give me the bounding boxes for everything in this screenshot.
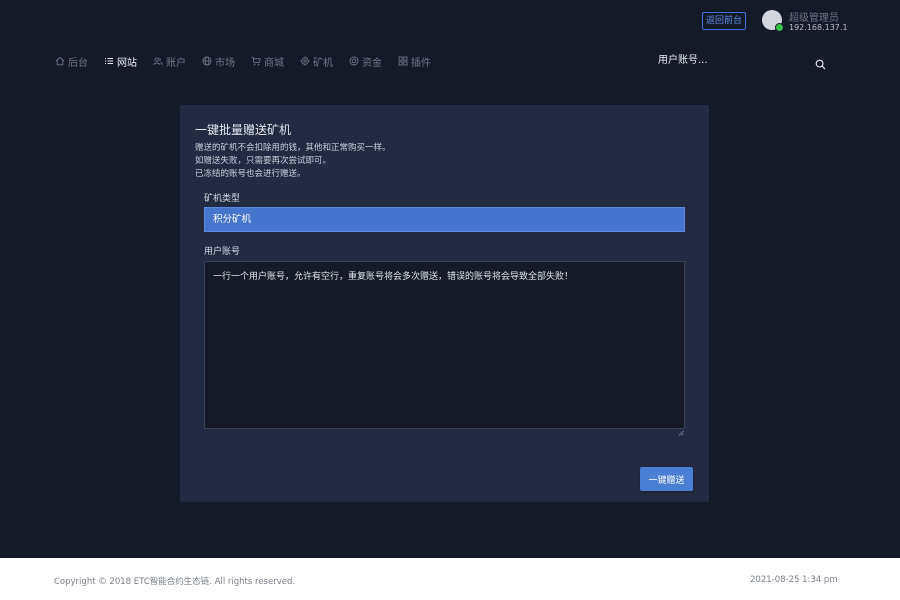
account-textarea[interactable] bbox=[204, 261, 685, 429]
globe-icon bbox=[201, 56, 212, 67]
nav-label: 资金 bbox=[362, 57, 382, 69]
gift-miner-card: 一键批量赠送矿机 赠送的矿机不会扣除用的钱，其他和正常购买一样。 如赠送失败，只… bbox=[180, 105, 709, 502]
grid-icon bbox=[397, 56, 408, 67]
nav-item-website[interactable]: 网站 bbox=[103, 54, 137, 69]
miner-type-select[interactable]: 积分矿机 bbox=[204, 207, 685, 232]
description-line: 如赠送失败，只需要再次尝试即可。 bbox=[195, 156, 332, 166]
resize-grip-icon[interactable] bbox=[678, 421, 684, 436]
nav-label: 后台 bbox=[68, 57, 88, 69]
nav-item-funds[interactable]: 资金 bbox=[348, 54, 382, 69]
nav-label: 插件 bbox=[411, 57, 431, 69]
nav-item-plugins[interactable]: 插件 bbox=[397, 54, 431, 69]
nav-label: 网站 bbox=[117, 57, 137, 69]
back-to-frontend-button[interactable]: 返回前台 bbox=[702, 12, 746, 30]
user-name[interactable]: 超级管理员 bbox=[789, 9, 839, 24]
main-nav: 后台 网站 账户 市场 商城 矿机 资金 插件 bbox=[54, 53, 446, 69]
cart-icon bbox=[250, 56, 261, 67]
nav-label: 市场 bbox=[215, 57, 235, 69]
nav-label: 矿机 bbox=[313, 57, 333, 69]
nav-item-miners[interactable]: 矿机 bbox=[299, 54, 333, 69]
online-status-dot bbox=[775, 23, 784, 32]
description-line: 赠送的矿机不会扣除用的钱，其他和正常购买一样。 bbox=[195, 143, 391, 153]
admin-app: 返回前台 超级管理员 192.168.137.1 后台 网站 账户 市场 商城 … bbox=[0, 0, 900, 558]
coin-icon bbox=[348, 56, 359, 67]
avatar[interactable] bbox=[762, 10, 784, 32]
nav-item-backend[interactable]: 后台 bbox=[54, 54, 88, 69]
home-icon bbox=[54, 56, 65, 67]
nav-item-market[interactable]: 市场 bbox=[201, 54, 235, 69]
description-line: 已冻结的账号也会进行赠送。 bbox=[195, 169, 306, 179]
list-icon bbox=[103, 56, 114, 67]
users-icon bbox=[152, 56, 163, 67]
nav-item-shop[interactable]: 商城 bbox=[250, 54, 284, 69]
gear-icon bbox=[299, 56, 310, 67]
account-label: 用户账号 bbox=[204, 247, 241, 257]
search-icon[interactable] bbox=[815, 55, 826, 70]
nav-label: 商城 bbox=[264, 57, 284, 69]
page-title: 一键批量赠送矿机 bbox=[195, 123, 292, 137]
submit-gift-button[interactable]: 一键赠送 bbox=[640, 467, 693, 491]
footer-datetime: 2021-08-25 1:34 pm bbox=[750, 575, 838, 585]
search-input[interactable] bbox=[658, 52, 808, 68]
form-description: 赠送的矿机不会扣除用的钱，其他和正常购买一样。 如赠送失败，只需要再次尝试即可。… bbox=[195, 142, 391, 181]
user-ip: 192.168.137.1 bbox=[789, 23, 848, 32]
footer-copyright: Copyright © 2018 ETC智能合约生态链. All rights … bbox=[54, 577, 296, 587]
nav-item-accounts[interactable]: 账户 bbox=[152, 54, 186, 69]
nav-label: 账户 bbox=[166, 57, 186, 69]
miner-type-label: 矿机类型 bbox=[204, 194, 241, 204]
